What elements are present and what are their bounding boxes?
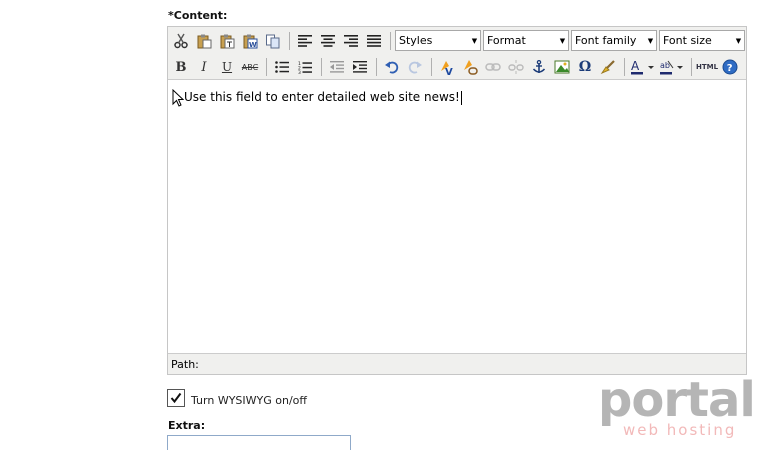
chevron-down-icon: ▼ <box>647 36 654 45</box>
italic-button[interactable]: I <box>193 56 215 78</box>
svg-text:?: ? <box>727 63 733 74</box>
editor-statusbar: Path: <box>168 353 746 374</box>
editor-content-area[interactable]: Use this field to enter detailed web sit… <box>168 81 746 353</box>
extra-input[interactable] <box>167 435 351 450</box>
toolbar-separator <box>431 58 432 76</box>
align-justify-icon[interactable] <box>363 30 385 52</box>
link-icon[interactable] <box>482 56 504 78</box>
indent-icon[interactable] <box>349 56 371 78</box>
align-right-icon[interactable] <box>340 30 362 52</box>
logo-tagline: web hosting <box>623 421 737 439</box>
wysiwyg-editor: W Styles ▼ Format ▼ Font family ▼ Font s… <box>167 26 747 375</box>
help-icon[interactable]: ? <box>719 56 741 78</box>
text-color-icon[interactable]: A <box>629 56 657 78</box>
text-caret <box>460 90 462 105</box>
toolbar-separator <box>376 58 377 76</box>
html-source-button[interactable]: HTML <box>696 56 718 78</box>
font-family-select[interactable]: Font family ▼ <box>571 30 657 51</box>
styles-select[interactable]: Styles ▼ <box>395 30 481 51</box>
toolbar-separator <box>624 58 625 76</box>
font-size-select[interactable]: Font size ▼ <box>659 30 745 51</box>
background-color-icon[interactable]: ab <box>658 56 686 78</box>
wysiwyg-checkbox[interactable] <box>167 389 185 407</box>
toolbar-separator <box>390 32 391 50</box>
undo-icon[interactable] <box>381 56 403 78</box>
chevron-down-icon: ▼ <box>471 36 478 45</box>
toolbar-separator <box>266 58 267 76</box>
checkmark-icon <box>170 392 182 404</box>
toolbar-row-2: B I U ABC 123 V Ω A ab HTML ? <box>170 55 742 79</box>
extra-label: Extra: <box>168 419 206 432</box>
editor-toolbar: W Styles ▼ Format ▼ Font family ▼ Font s… <box>168 27 746 80</box>
align-left-icon[interactable] <box>294 30 316 52</box>
outdent-icon[interactable] <box>326 56 348 78</box>
font-size-select-value: Font size <box>663 34 712 47</box>
svg-text:W: W <box>249 41 257 49</box>
spellcheck-icon[interactable]: V <box>436 56 458 78</box>
logo-wordmark: portal <box>598 372 756 428</box>
spellcheck-link-icon[interactable] <box>459 56 481 78</box>
format-select-value: Format <box>487 34 526 47</box>
cleanup-brush-icon[interactable] <box>597 56 619 78</box>
paste-text-icon[interactable] <box>216 30 238 52</box>
underline-button[interactable]: U <box>216 56 238 78</box>
image-icon[interactable] <box>551 56 573 78</box>
bullet-list-icon[interactable] <box>271 56 293 78</box>
numbered-list-icon[interactable]: 123 <box>294 56 316 78</box>
format-select[interactable]: Format ▼ <box>483 30 569 51</box>
copy-icon[interactable] <box>262 30 284 52</box>
path-label: Path: <box>171 358 199 371</box>
strikethrough-button[interactable]: ABC <box>239 56 261 78</box>
editor-body-text: Use this field to enter detailed web sit… <box>184 90 460 104</box>
mouse-cursor-icon <box>172 89 184 107</box>
bold-button[interactable]: B <box>170 56 192 78</box>
toolbar-row-1: W <box>170 29 395 53</box>
content-label: *Content: <box>168 9 228 22</box>
portal-logo: portal web hosting <box>598 372 756 442</box>
toolbar-separator <box>691 58 692 76</box>
svg-text:3: 3 <box>298 70 301 74</box>
special-character-button[interactable]: Ω <box>574 56 596 78</box>
chevron-down-icon: ▼ <box>735 36 742 45</box>
paste-word-icon[interactable]: W <box>239 30 261 52</box>
wysiwyg-toggle-label: Turn WYSIWYG on/off <box>191 393 307 407</box>
anchor-icon[interactable] <box>528 56 550 78</box>
unlink-icon[interactable] <box>505 56 527 78</box>
align-center-icon[interactable] <box>317 30 339 52</box>
chevron-down-icon: ▼ <box>559 36 566 45</box>
toolbar-separator <box>321 58 322 76</box>
svg-text:V: V <box>445 67 453 76</box>
cut-icon[interactable] <box>170 30 192 52</box>
font-family-select-value: Font family <box>575 34 637 47</box>
styles-select-value: Styles <box>399 34 433 47</box>
redo-icon[interactable] <box>404 56 426 78</box>
wysiwyg-toggle[interactable]: Turn WYSIWYG on/off <box>167 389 307 407</box>
paste-icon[interactable] <box>193 30 215 52</box>
svg-text:A: A <box>631 59 640 73</box>
toolbar-separator <box>289 32 290 50</box>
